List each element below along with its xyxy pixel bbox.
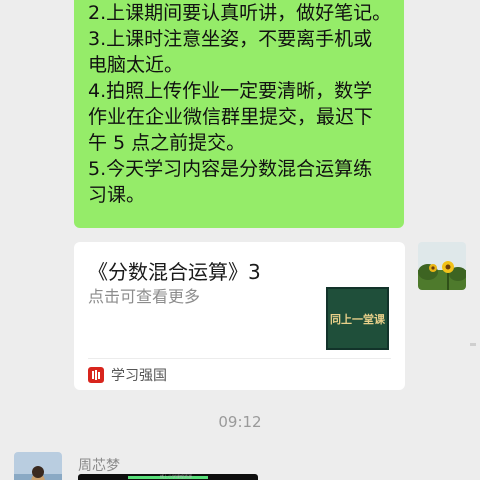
time-divider: 09:12	[218, 413, 262, 431]
card-title: 《分数混合运算》3	[88, 260, 261, 284]
message-line: 作业在企业微信群里提交，最迟下	[88, 106, 374, 128]
xuexi-qiangguo-icon	[88, 367, 104, 383]
shared-link-card[interactable]: 《分数混合运算》3 点击可查看更多 同上一堂课 学习强国	[74, 242, 405, 390]
avatar[interactable]	[418, 242, 466, 290]
message-line: 5.今天学习内容是分数混合运算练	[88, 158, 373, 180]
video-caption: 线上小学课程资源	[160, 474, 192, 479]
sender-name: 周芯梦	[78, 458, 120, 474]
card-description: 点击可查看更多	[88, 287, 201, 306]
message-line: 午 5 点之前提交。	[88, 132, 246, 154]
message-line: 习课。	[88, 184, 146, 206]
card-source: 学习强国	[88, 365, 167, 385]
message-line: 2.上课期间要认真听讲，做好笔记。	[88, 2, 392, 24]
message-line: 电脑太近。	[88, 54, 184, 76]
message-line: 3.上课时注意坐姿，不要离手机或	[88, 28, 373, 50]
thumbnail-text: 同上一堂课	[330, 312, 385, 326]
avatar[interactable]	[14, 452, 62, 480]
card-thumbnail: 同上一堂课	[326, 287, 389, 350]
chat-area: 2.上课期间要认真听讲，做好笔记。 3.上课时注意坐姿，不要离手机或 电脑太近。…	[0, 0, 480, 480]
message-line: 4.拍照上传作业一定要清晰，数学	[88, 80, 373, 102]
outgoing-text-bubble[interactable]: 2.上课期间要认真听讲，做好笔记。 3.上课时注意坐姿，不要离手机或 电脑太近。…	[74, 0, 404, 228]
card-divider	[88, 358, 391, 359]
scroll-marker	[470, 343, 476, 346]
source-label: 学习强国	[111, 368, 167, 384]
